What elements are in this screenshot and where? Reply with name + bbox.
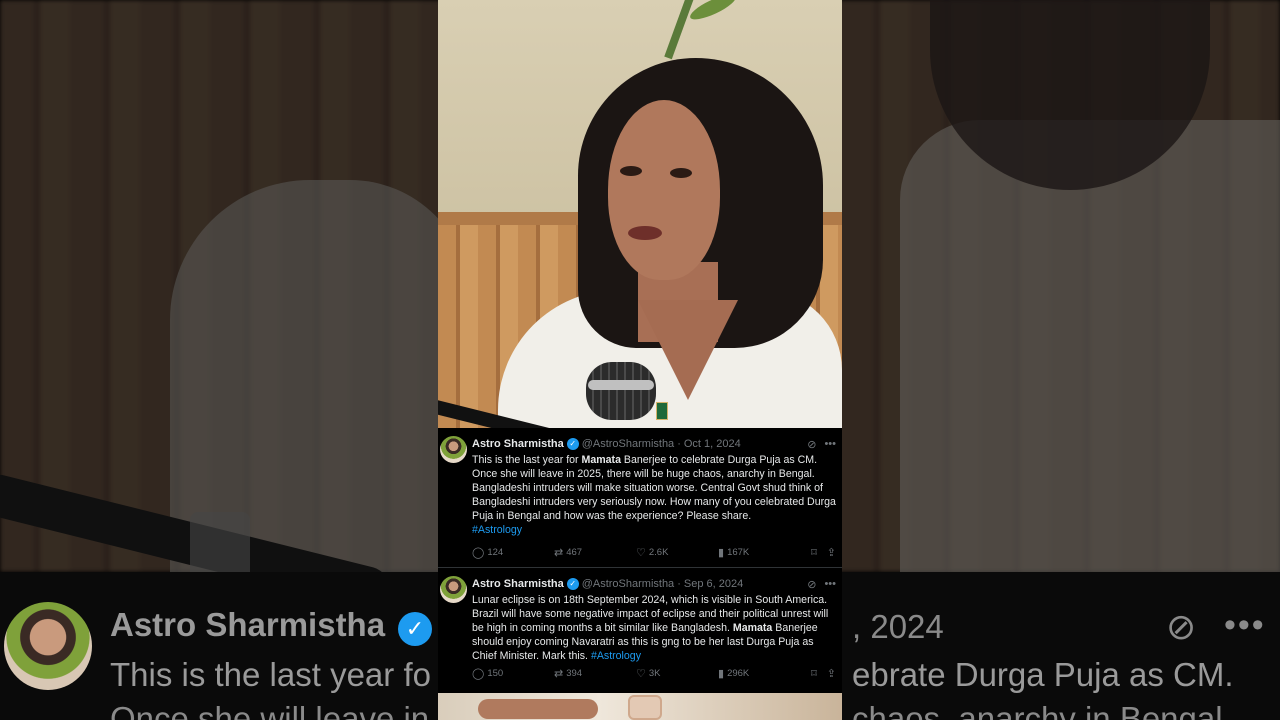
tweet-bold-keyword: Mamata <box>732 622 773 635</box>
verified-check-icon: ✓ <box>566 578 579 590</box>
avatar[interactable] <box>440 576 467 603</box>
plant-leaf <box>687 0 739 24</box>
tweet-list: Astro Sharmistha ✓ @AstroSharmistha · Oc… <box>438 428 842 693</box>
reply-count: 150 <box>487 668 504 679</box>
background-text-line: chaos, anarchy in Bengal <box>852 700 1223 720</box>
verified-check-icon: ✓ <box>566 438 579 450</box>
heart-icon: ♡ <box>636 668 646 680</box>
hashtag-link[interactable]: #Astrology <box>591 650 641 662</box>
repost-count: 394 <box>566 668 583 679</box>
background-author-name: Astro Sharmistha <box>110 606 386 643</box>
podcast-microphone <box>586 362 656 420</box>
share-icon[interactable]: ⇪ <box>827 667 836 680</box>
reply-count: 124 <box>487 547 504 558</box>
views-button[interactable]: ▮ 296K <box>718 667 792 680</box>
repost-icon: ⇄ <box>554 668 564 680</box>
hashtag-link[interactable]: #Astrology <box>472 524 522 536</box>
speaker-eye <box>670 168 692 178</box>
pendant <box>656 402 668 420</box>
tweet-date[interactable]: Oct 1, 2024 <box>684 438 741 450</box>
heart-icon: ♡ <box>636 547 646 559</box>
microphone-band <box>588 380 654 390</box>
background-date: , 2024 <box>852 608 944 645</box>
tweet-secondary-actions: ⌑ ⇪ <box>811 667 836 680</box>
separator-dot: · <box>677 578 681 590</box>
tweet-actions: ◯ 124 ⇄ 467 ♡ 2.6K ▮ 167K ⌑ ⇪ <box>472 546 836 559</box>
like-count: 3K <box>648 668 661 679</box>
tweet-date[interactable]: Sep 6, 2024 <box>684 578 743 590</box>
tweet-card[interactable]: Astro Sharmistha ✓ @AstroSharmistha · Se… <box>438 568 842 693</box>
plant-stem <box>664 0 696 60</box>
grok-icon[interactable]: ⊘ <box>807 438 816 451</box>
tweet-text: Lunar eclipse is on 18th September 2024,… <box>472 593 836 663</box>
repost-button[interactable]: ⇄ 394 <box>554 667 636 680</box>
bookmark-icon[interactable]: ⌑ <box>811 546 817 559</box>
tweet-text-part: This is the last year for <box>472 454 582 466</box>
video-lower-strip <box>438 693 842 720</box>
like-count: 2.6K <box>648 547 669 558</box>
background-grok-icon: ⊘ <box>1166 606 1197 647</box>
reply-icon: ◯ <box>472 668 485 680</box>
background-text-line: Once she will leave in <box>110 700 430 720</box>
tweet-header-icons: ⊘ ••• <box>807 438 836 451</box>
tweet-header-icons: ⊘ ••• <box>807 578 836 591</box>
avatar[interactable] <box>440 436 467 463</box>
speaker-eye <box>620 166 642 176</box>
separator-dot: · <box>677 438 681 450</box>
repost-button[interactable]: ⇄ 467 <box>554 546 636 559</box>
background-more-icon: ••• <box>1224 606 1266 644</box>
video-column: Astro Sharmistha ✓ @AstroSharmistha · Oc… <box>438 0 842 720</box>
author-handle[interactable]: @AstroSharmistha <box>582 578 674 590</box>
repost-icon: ⇄ <box>554 547 564 559</box>
speaker-hand <box>478 699 598 719</box>
views-button[interactable]: ▮ 167K <box>718 546 792 559</box>
background-avatar <box>4 602 92 690</box>
reply-icon: ◯ <box>472 547 485 559</box>
more-icon[interactable]: ••• <box>824 438 836 451</box>
views-count: 296K <box>727 668 750 679</box>
like-button[interactable]: ♡ 3K <box>636 667 718 680</box>
repost-count: 467 <box>566 547 583 558</box>
video-frame: Astro Sharmistha ✓ , 2024 ⊘ ••• This is … <box>0 0 1280 720</box>
speaker-face <box>608 100 720 280</box>
tweet-bold-keyword: Mamata <box>581 454 621 466</box>
tweet-actions: ◯ 150 ⇄ 394 ♡ 3K ▮ 296K ⌑ ⇪ <box>472 667 836 680</box>
tweet-card[interactable]: Astro Sharmistha ✓ @AstroSharmistha · Oc… <box>438 428 842 568</box>
background-verified-icon: ✓ <box>398 612 432 646</box>
tweet-text: This is the last year for Mamata Banerje… <box>472 453 836 538</box>
background-text-line: ebrate Durga Puja as CM. <box>852 656 1234 693</box>
background-text-line: This is the last year fo <box>110 656 431 693</box>
tweet-header: Astro Sharmistha ✓ @AstroSharmistha · Oc… <box>472 436 836 452</box>
views-chart-icon: ▮ <box>718 668 725 680</box>
author-name[interactable]: Astro Sharmistha <box>472 438 564 450</box>
tweet-secondary-actions: ⌑ ⇪ <box>811 546 836 559</box>
views-chart-icon: ▮ <box>718 547 725 559</box>
reply-button[interactable]: ◯ 150 <box>472 667 554 680</box>
wristwatch <box>628 695 662 720</box>
like-button[interactable]: ♡ 2.6K <box>636 546 718 559</box>
bookmark-icon[interactable]: ⌑ <box>811 667 817 680</box>
author-name[interactable]: Astro Sharmistha <box>472 578 564 590</box>
views-count: 167K <box>727 547 750 558</box>
share-icon[interactable]: ⇪ <box>827 546 836 559</box>
author-handle[interactable]: @AstroSharmistha <box>582 438 674 450</box>
more-icon[interactable]: ••• <box>824 578 836 591</box>
reply-button[interactable]: ◯ 124 <box>472 546 554 559</box>
speaker-photo <box>438 0 842 428</box>
tweet-header: Astro Sharmistha ✓ @AstroSharmistha · Se… <box>472 576 836 592</box>
speaker-mouth <box>628 226 662 240</box>
grok-icon[interactable]: ⊘ <box>807 578 816 591</box>
